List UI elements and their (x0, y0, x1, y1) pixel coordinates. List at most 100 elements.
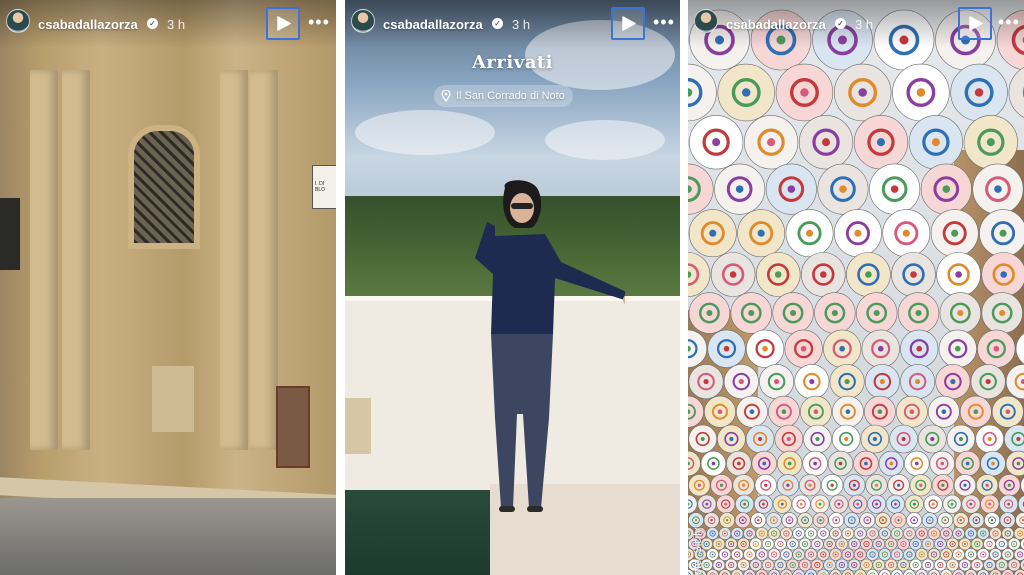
story-panel-2[interactable]: Arrivati Il San Corrado di Noto csabadal… (345, 0, 680, 575)
location-sticker[interactable]: Il San Corrado di Noto (434, 85, 573, 107)
stone-plaque (152, 366, 194, 432)
doily (853, 548, 867, 561)
play-button[interactable] (611, 7, 645, 40)
doily (823, 537, 836, 551)
doily (829, 548, 842, 561)
doily (745, 424, 775, 454)
doily (734, 512, 751, 529)
doily (732, 474, 755, 497)
doily (753, 494, 773, 514)
story-panel-1[interactable]: I. DI BLO csabadallazorza ✓ 3 h ••• (0, 0, 336, 575)
doily (780, 527, 793, 540)
doily (719, 512, 736, 529)
pillar (62, 70, 90, 450)
doily (958, 537, 972, 551)
doily (802, 450, 828, 477)
doily (897, 292, 940, 334)
red-door-plaque (276, 386, 310, 468)
doily (811, 558, 824, 572)
doily (829, 364, 865, 400)
doily (875, 512, 891, 529)
woman-figure (475, 180, 625, 512)
doily (706, 527, 719, 540)
verified-icon: ✓ (492, 18, 503, 29)
doily (995, 537, 1009, 551)
doily (963, 115, 1018, 170)
avatar[interactable] (6, 9, 30, 33)
avatar[interactable] (351, 9, 375, 33)
doily (882, 209, 931, 258)
doily (929, 450, 955, 477)
doily (930, 209, 979, 258)
doily (904, 450, 930, 477)
doily (781, 512, 798, 529)
doily (846, 252, 891, 297)
more-options-icon[interactable]: ••• (308, 13, 330, 31)
story-header: csabadallazorza ✓ 3 h ••• (345, 0, 680, 48)
play-button[interactable] (958, 7, 992, 40)
doily (1007, 537, 1021, 551)
doily (1020, 538, 1024, 550)
doily (765, 512, 782, 529)
username[interactable]: csabadallazorza (38, 17, 138, 32)
doily (884, 537, 898, 551)
timestamp: 3 h (855, 17, 874, 32)
doily (856, 292, 898, 334)
doily (730, 548, 744, 561)
play-button[interactable] (266, 7, 300, 40)
doily (688, 364, 724, 400)
doily (979, 209, 1024, 258)
doily (712, 537, 726, 551)
doily (827, 450, 854, 477)
doily (737, 209, 786, 258)
cloud (355, 110, 495, 155)
doily (995, 558, 1009, 572)
doily (786, 558, 799, 572)
username[interactable]: csabadallazorza (383, 17, 483, 32)
doily (897, 558, 910, 572)
doily (860, 537, 873, 551)
wall-niche (345, 398, 371, 454)
doily (890, 527, 904, 540)
doily (829, 494, 849, 514)
doily (1013, 548, 1024, 561)
doily (891, 252, 936, 297)
doily (976, 548, 990, 561)
doily (989, 548, 1002, 561)
doily (983, 558, 996, 572)
doily (909, 537, 922, 551)
doily (921, 512, 938, 529)
doily (1004, 424, 1024, 454)
doily (823, 558, 836, 572)
doily (1015, 512, 1024, 529)
more-options-icon[interactable]: ••• (653, 13, 675, 31)
story-panel-3[interactable]: oto, Sicily csabadallazorza ✓ 3 h ••• (688, 0, 1024, 575)
pillar (250, 70, 278, 450)
avatar[interactable] (694, 9, 718, 33)
doily (718, 548, 732, 561)
location-pin-icon (441, 90, 451, 102)
doily (860, 424, 890, 454)
play-icon (969, 16, 983, 31)
doily (841, 527, 855, 540)
doily (921, 558, 935, 572)
doily (774, 537, 787, 551)
doily (801, 252, 846, 297)
username[interactable]: csabadallazorza (726, 17, 826, 32)
doily (927, 527, 941, 540)
doily (723, 364, 759, 400)
doily (976, 527, 990, 540)
doily (797, 512, 813, 529)
doily (697, 494, 717, 514)
doily (745, 329, 785, 368)
doily (768, 395, 800, 428)
doily (946, 424, 976, 454)
doily (952, 548, 965, 561)
doily (736, 395, 768, 428)
more-options-icon[interactable]: ••• (998, 13, 1020, 31)
doily (953, 474, 977, 497)
doily (688, 63, 717, 122)
doily (869, 163, 921, 215)
story-header: csabadallazorza ✓ 3 h ••• (688, 0, 1024, 48)
doily (975, 424, 1005, 454)
